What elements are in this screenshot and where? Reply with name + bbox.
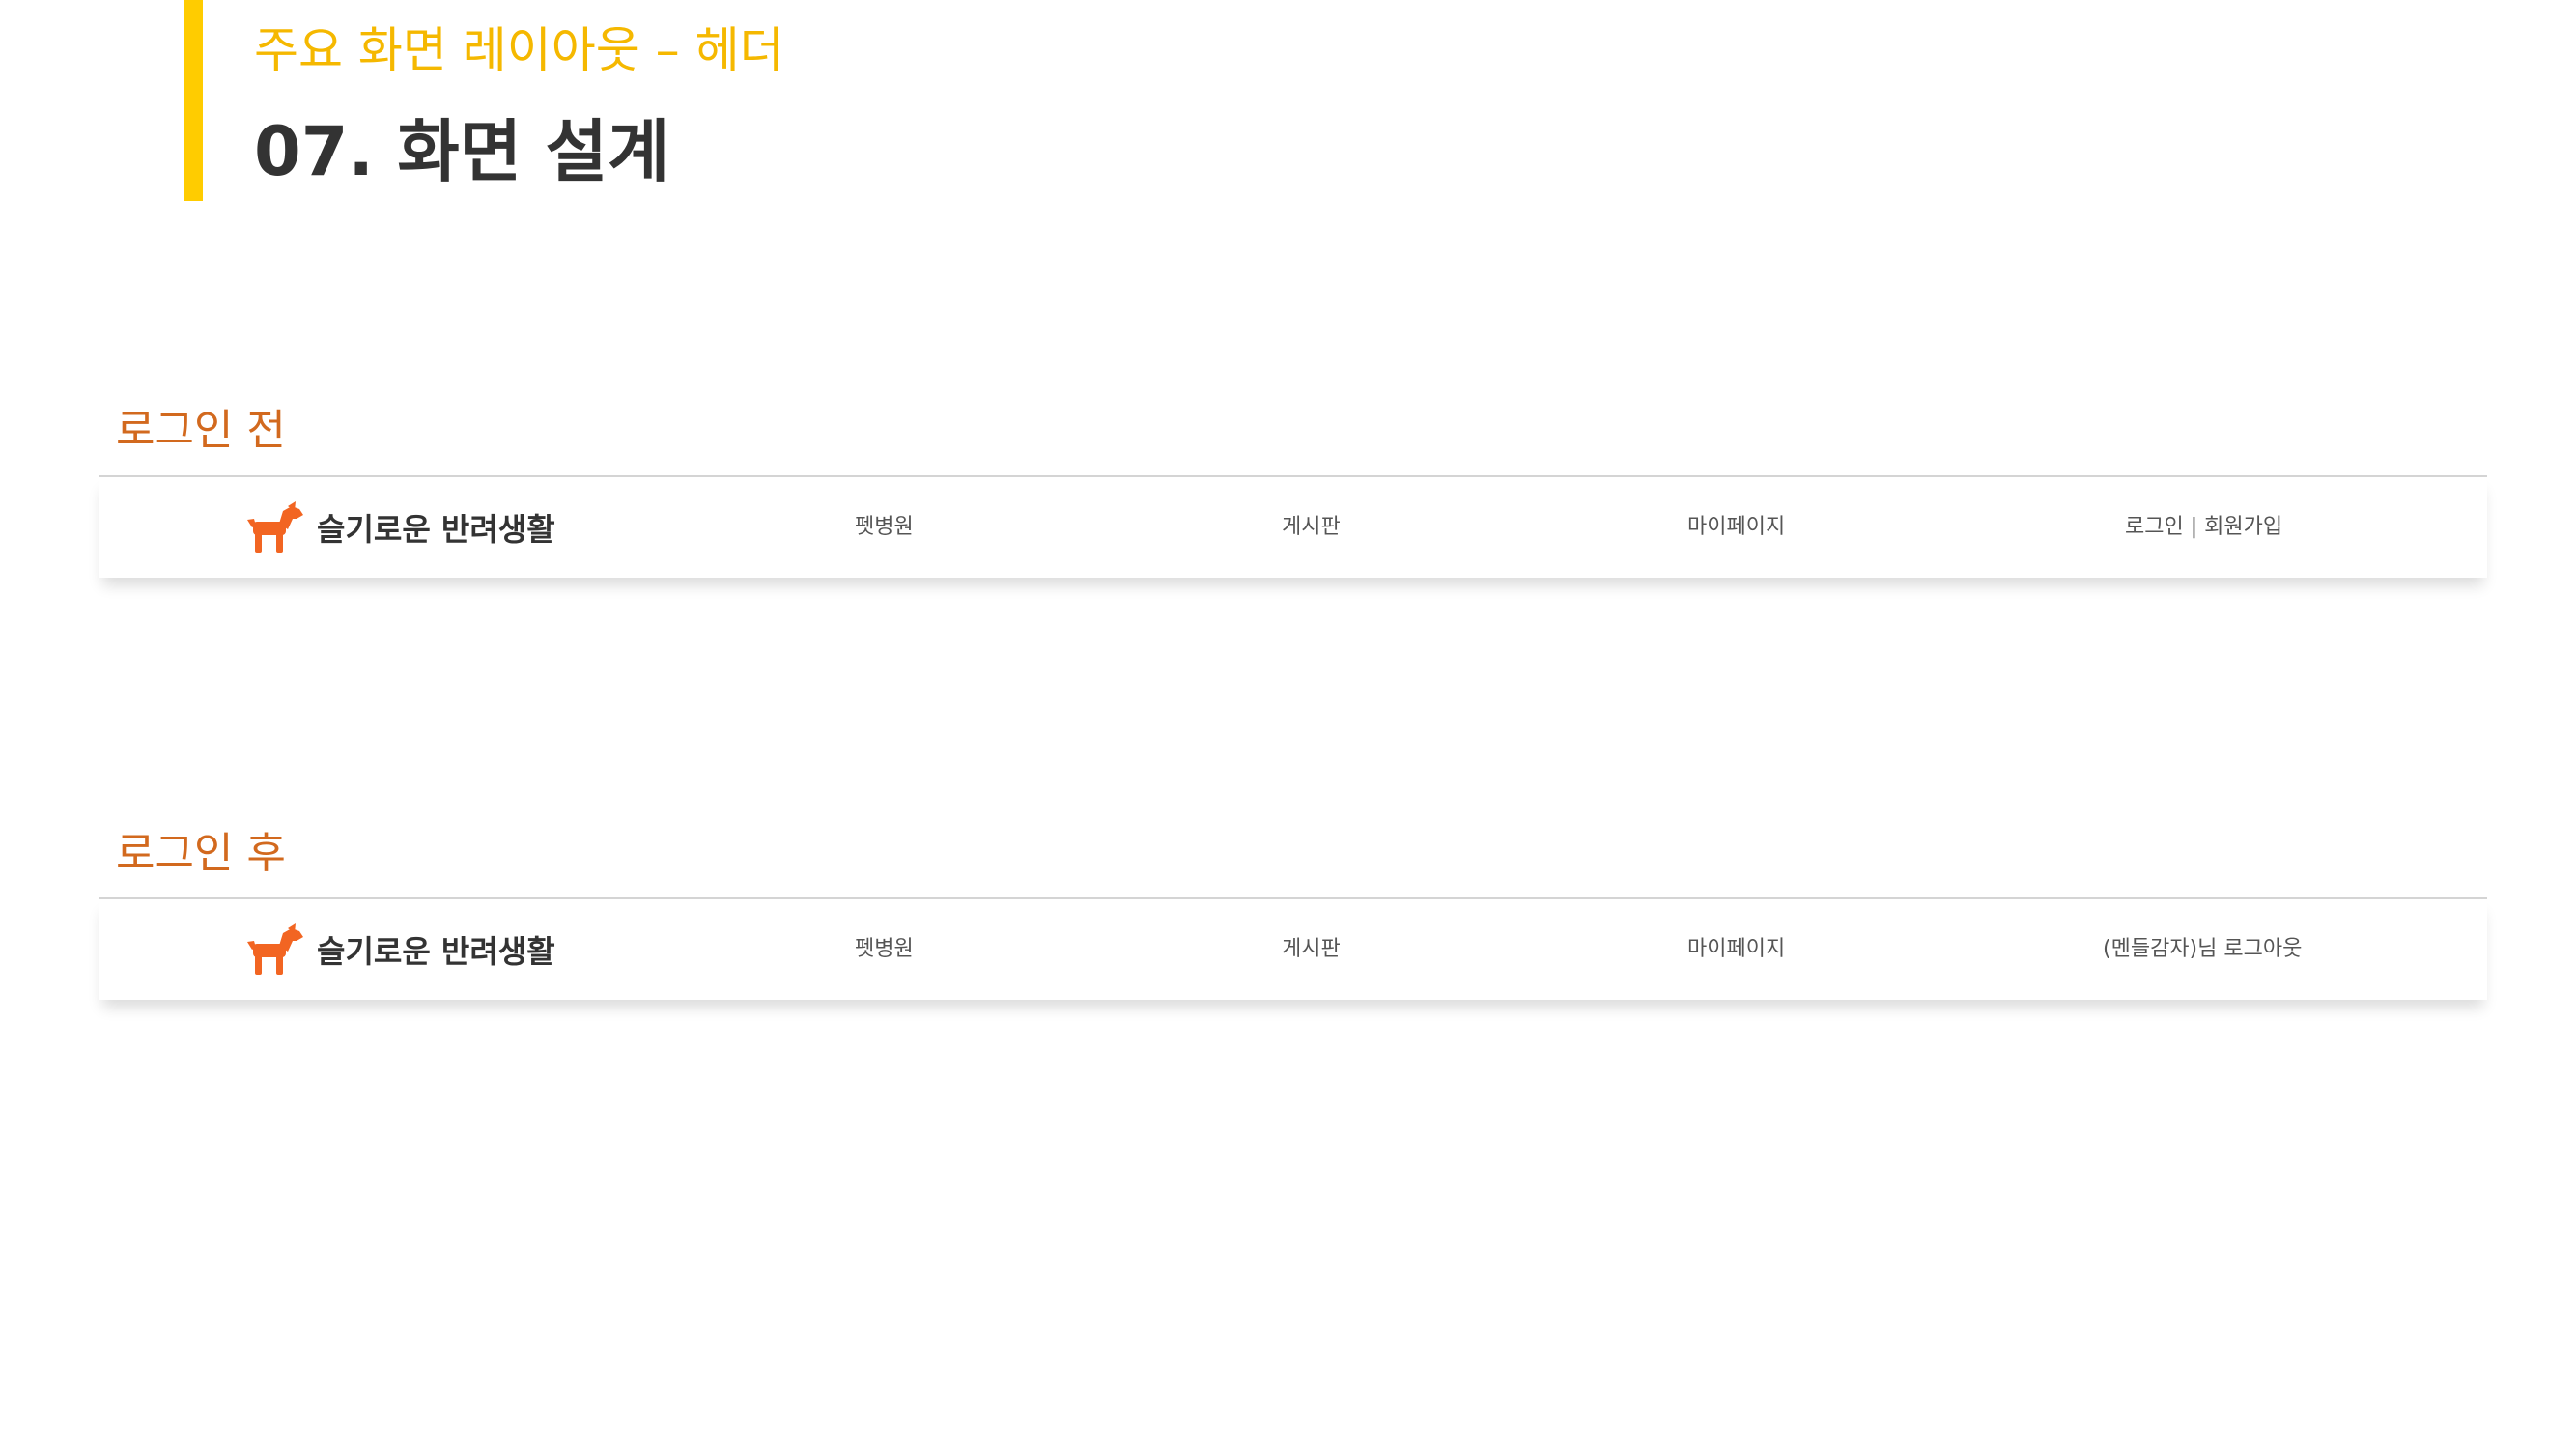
logo-text: 슬기로운 반려생활 (317, 933, 555, 970)
dog-icon (247, 923, 303, 975)
accent-bar (184, 0, 203, 201)
header-before-login: 슬기로운 반려생활 펫병원 게시판 마이페이지 로그인 | 회원가입 (99, 475, 2487, 578)
nav-mypage[interactable]: 마이페이지 (1687, 506, 1785, 549)
login-signup-link[interactable]: 로그인 | 회원가입 (2125, 506, 2282, 549)
section-label-after-login: 로그인 후 (116, 829, 286, 878)
logo-text: 슬기로운 반려생활 (317, 511, 555, 548)
nav-board[interactable]: 게시판 (1282, 506, 1341, 549)
slide-subtitle: 주요 화면 레이아웃 – 헤더 (254, 22, 784, 78)
header-after-login: 슬기로운 반려생활 펫병원 게시판 마이페이지 (멘들감자)님 로그아웃 (99, 897, 2487, 1000)
site-logo[interactable]: 슬기로운 반려생활 (243, 500, 555, 554)
nav-board[interactable]: 게시판 (1282, 928, 1341, 971)
section-label-before-login: 로그인 전 (116, 406, 286, 455)
nav-pet-hospital[interactable]: 펫병원 (855, 506, 914, 549)
slide-title: 07. 화면 설계 (254, 112, 670, 191)
nav-mypage[interactable]: 마이페이지 (1687, 928, 1785, 971)
user-logout-link[interactable]: (멘들감자)님 로그아웃 (2103, 928, 2302, 971)
site-logo[interactable]: 슬기로운 반려생활 (243, 923, 555, 977)
dog-icon (247, 501, 303, 553)
nav-pet-hospital[interactable]: 펫병원 (855, 928, 914, 971)
